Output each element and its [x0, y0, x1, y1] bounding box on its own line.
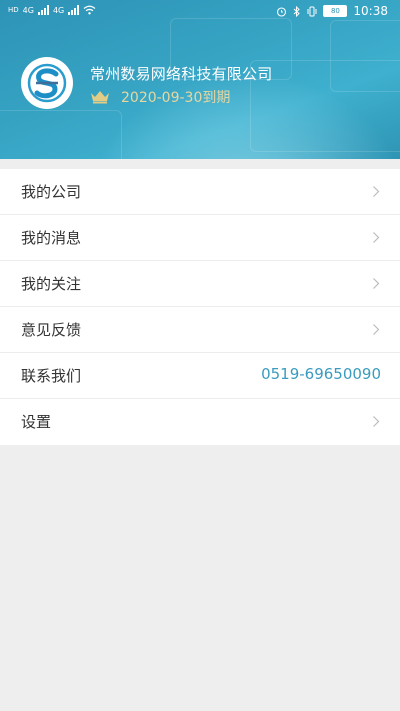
alarm-icon	[277, 6, 287, 17]
menu-item-label: 我的消息	[21, 229, 82, 247]
vibrate-icon	[307, 6, 317, 16]
crown-icon	[91, 91, 109, 104]
menu-list: 我的公司 我的消息 我的关注 意见反馈 联系我们 0519-69650090 设…	[0, 169, 400, 445]
menu-item-settings[interactable]: 设置	[0, 399, 400, 445]
header-decoration	[330, 20, 400, 92]
bluetooth-icon	[294, 5, 301, 17]
header-decoration	[0, 110, 122, 159]
profile-header: HD 4G 4G 80 10:38 常州数易网络科技有限公司 2020-09-3…	[0, 0, 400, 159]
clock-time: 10:38	[353, 4, 388, 18]
status-bar: HD 4G 4G 80 10:38	[0, 0, 400, 26]
hd-label: HD	[8, 5, 19, 14]
chevron-right-icon	[373, 416, 380, 427]
expiry-date: 2020-09-30到期	[121, 90, 231, 106]
menu-item-my-company[interactable]: 我的公司	[0, 169, 400, 215]
menu-item-label: 我的关注	[21, 275, 82, 293]
network-type-label: 4G	[22, 5, 34, 15]
signal-icon	[68, 5, 80, 15]
chevron-right-icon	[373, 232, 380, 243]
company-name: 常州数易网络科技有限公司	[90, 65, 273, 83]
menu-item-label: 设置	[21, 413, 52, 431]
contact-phone-link[interactable]: 0519-69650090	[261, 365, 381, 383]
network-type-label: 4G	[52, 5, 65, 15]
menu-item-my-follows[interactable]: 我的关注	[0, 261, 400, 307]
menu-item-label: 意见反馈	[21, 321, 82, 339]
battery-icon: 80	[323, 5, 348, 17]
chevron-right-icon	[373, 324, 380, 335]
menu-item-label: 联系我们	[21, 367, 82, 385]
menu-item-feedback[interactable]: 意见反馈	[0, 307, 400, 353]
menu-item-contact-us[interactable]: 联系我们 0519-69650090	[0, 353, 400, 399]
menu-item-label: 我的公司	[21, 183, 82, 201]
chevron-right-icon	[373, 186, 380, 197]
menu-item-my-messages[interactable]: 我的消息	[0, 215, 400, 261]
company-logo-icon[interactable]	[21, 57, 73, 109]
wifi-icon	[83, 5, 96, 15]
signal-icon	[37, 5, 49, 15]
chevron-right-icon	[373, 278, 380, 289]
